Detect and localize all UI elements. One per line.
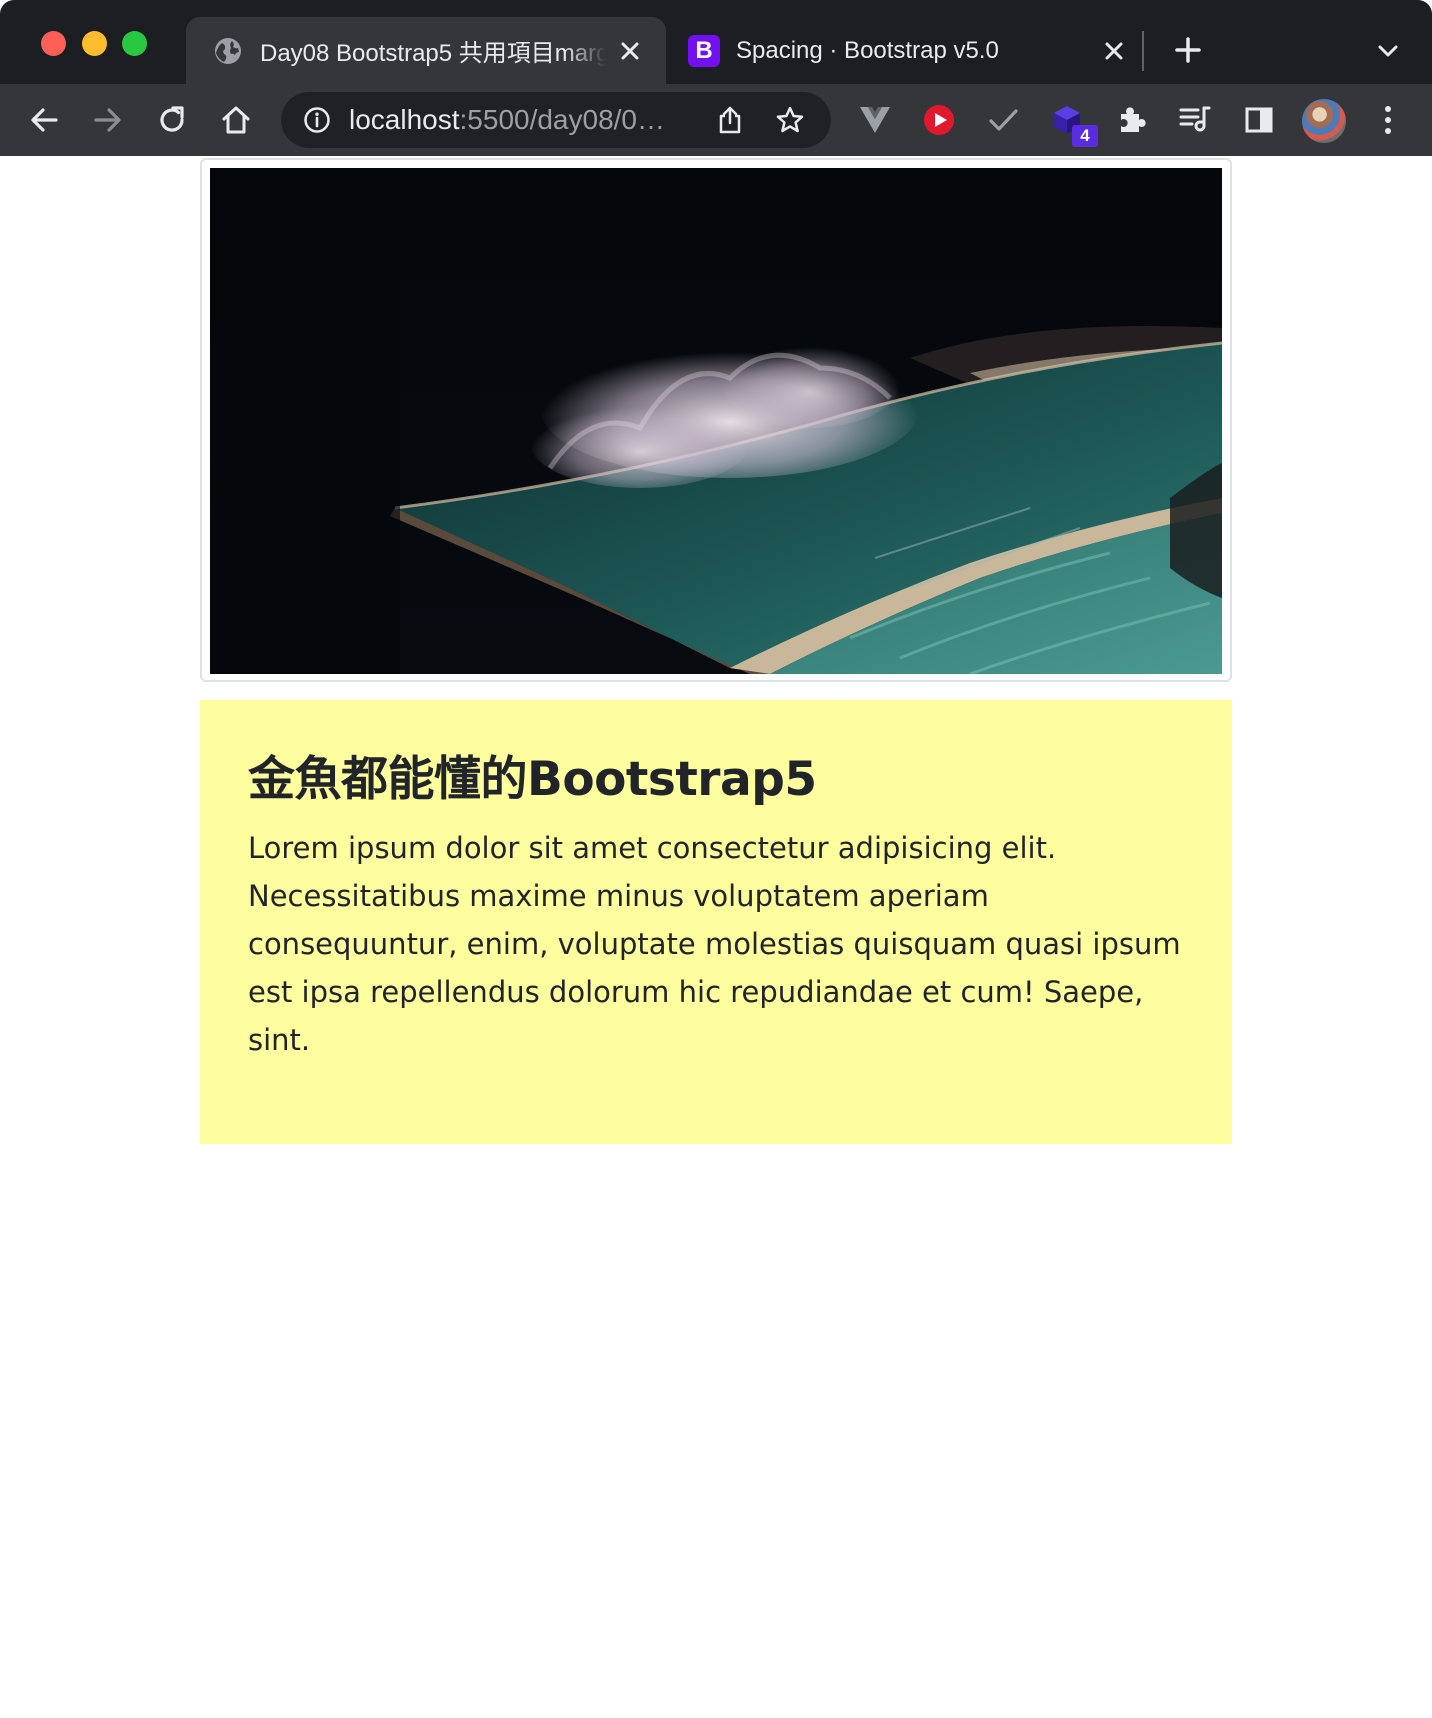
img-thumbnail: [200, 158, 1232, 682]
profile-avatar[interactable]: [1302, 99, 1346, 143]
ocean-pool-photo: [210, 168, 1222, 674]
close-icon[interactable]: [616, 37, 644, 65]
site-info-icon[interactable]: [301, 104, 333, 136]
home-button[interactable]: [214, 98, 258, 142]
bookmark-star-icon[interactable]: [773, 103, 807, 137]
content-card: 金魚都能懂的Bootstrap5 Lorem ipsum dolor sit a…: [200, 700, 1232, 1144]
back-button[interactable]: [22, 98, 66, 142]
reload-button[interactable]: [150, 98, 194, 142]
tab-strip: Day08 Bootstrap5 共用項目margin B Spacing · …: [0, 0, 1432, 84]
new-tab-button[interactable]: [1170, 32, 1206, 68]
tab-title: Day08 Bootstrap5 共用項目margin: [260, 40, 606, 67]
window-minimize-button[interactable]: [82, 31, 107, 56]
extension-badge: 4: [1072, 125, 1098, 147]
side-panel-icon[interactable]: [1237, 98, 1281, 142]
vue-devtools-icon[interactable]: [853, 98, 897, 142]
share-icon[interactable]: [713, 103, 747, 137]
close-icon[interactable]: [1100, 37, 1128, 65]
forward-button[interactable]: [86, 98, 130, 142]
reading-list-icon[interactable]: [1173, 98, 1217, 142]
tab-day08[interactable]: Day08 Bootstrap5 共用項目margin: [186, 17, 666, 84]
window-close-button[interactable]: [41, 31, 66, 56]
puzzle-extensions-icon[interactable]: [1109, 98, 1153, 142]
bootstrap-icon: B: [688, 34, 720, 67]
tab-title: Spacing · Bootstrap v5.0: [736, 36, 999, 64]
tab-spacing[interactable]: B Spacing · Bootstrap v5.0: [680, 17, 1140, 84]
youtube-extension-icon[interactable]: [917, 98, 961, 142]
address-bar[interactable]: localhost:5500/day08/0…: [281, 92, 831, 148]
globe-icon: [212, 35, 244, 67]
checkmark-extension-icon[interactable]: [981, 98, 1025, 142]
window-maximize-button[interactable]: [122, 31, 147, 56]
tab-separator: [1142, 31, 1144, 71]
more-menu-icon[interactable]: [1366, 98, 1410, 142]
lorem-paragraph: Lorem ipsum dolor sit amet consectetur a…: [248, 831, 1181, 1057]
tab-search-chevron-down-icon[interactable]: [1372, 35, 1404, 67]
browser-toolbar: localhost:5500/day08/0… 4: [0, 84, 1432, 156]
page-heading: 金魚都能懂的Bootstrap5: [248, 752, 817, 807]
url-text[interactable]: localhost:5500/day08/0…: [349, 104, 665, 136]
